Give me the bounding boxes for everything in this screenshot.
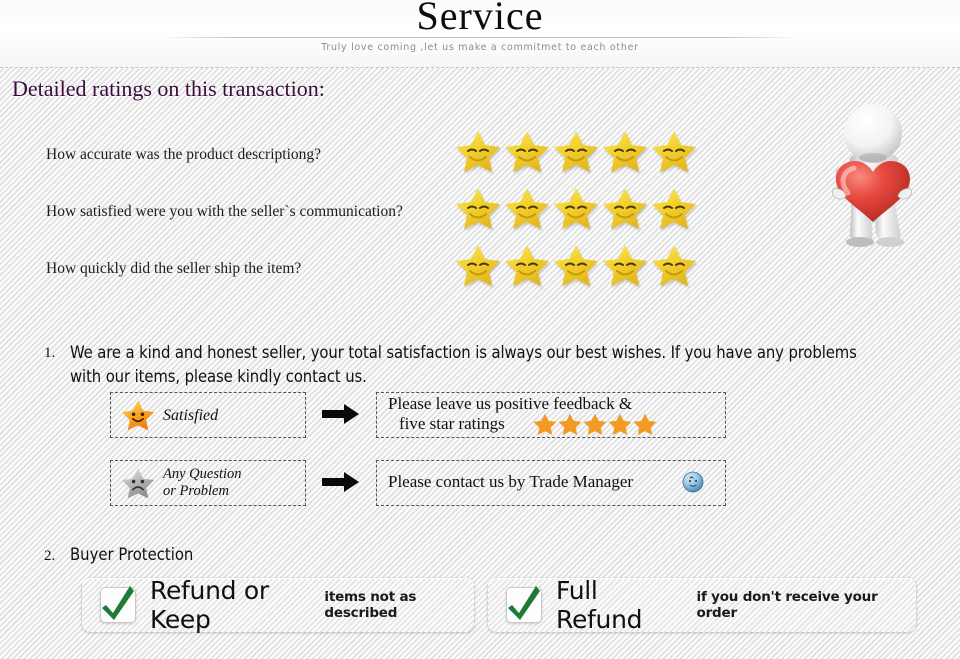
green-check-icon [506, 586, 542, 623]
happy-star-icon[interactable] [651, 242, 697, 288]
rating-stars[interactable] [455, 242, 697, 288]
happy-star-icon[interactable] [602, 128, 648, 174]
rating-row: How accurate was the product description… [0, 128, 720, 185]
any-question-label: Any Question or Problem [163, 466, 242, 500]
happy-star-icon[interactable] [651, 185, 697, 231]
right-arrow-icon [322, 402, 360, 426]
satisfied-box[interactable]: Satisfied [110, 392, 306, 438]
star-icon [558, 413, 582, 435]
happy-star-icon[interactable] [455, 128, 501, 174]
happy-star-icon[interactable] [455, 185, 501, 231]
star-icon [533, 413, 557, 435]
rating-question: How satisfied were you with the seller`s… [46, 203, 403, 220]
refund-or-keep-button[interactable]: Refund or Keep items not as described [82, 576, 474, 634]
happy-star-icon[interactable] [504, 185, 550, 231]
service-page: Service Truly love coming ,let us make a… [0, 0, 960, 659]
star-icon [583, 413, 607, 435]
full-refund-sublabel: if you don't receive your order [696, 589, 878, 621]
right-arrow-icon [322, 470, 360, 494]
happy-star-icon[interactable] [602, 242, 648, 288]
happy-star-icon[interactable] [504, 242, 550, 288]
any-question-box[interactable]: Any Question or Problem [110, 460, 306, 506]
positive-feedback-box[interactable]: Please leave us positive feedback & five… [376, 392, 726, 438]
happy-star-icon[interactable] [602, 185, 648, 231]
trade-manager-icon[interactable] [682, 471, 704, 493]
list-number-2: 2. [44, 548, 56, 564]
trade-manager-box[interactable]: Please contact us by Trade Manager [376, 460, 726, 506]
refund-or-keep-sublabel: items not as described [324, 589, 417, 621]
rating-stars[interactable] [455, 128, 697, 174]
rating-question: How quickly did the seller ship the item… [46, 260, 302, 277]
rating-question: How accurate was the product description… [46, 146, 322, 163]
satisfied-label: Satisfied [163, 406, 219, 424]
green-check-icon [100, 586, 136, 623]
section-title: Detailed ratings on this transaction: [12, 76, 325, 101]
feedback-line-2: five star ratings [399, 414, 505, 433]
happy-star-icon[interactable] [553, 242, 599, 288]
sad-star-icon [121, 466, 155, 500]
happy-star-icon[interactable] [455, 242, 501, 288]
rating-stars[interactable] [455, 185, 697, 231]
page-title: Service [416, 0, 544, 38]
full-refund-label: Full Refund [556, 576, 643, 634]
header-divider [0, 67, 960, 68]
refund-or-keep-label: Refund or Keep [150, 576, 269, 634]
feedback-line-1: Please leave us positive feedback & [388, 394, 633, 413]
list-number-1: 1. [44, 345, 56, 361]
happy-star-icon[interactable] [651, 128, 697, 174]
full-refund-button[interactable]: Full Refund if you don't receive your or… [488, 576, 916, 634]
any-question-line-2: or Problem [163, 483, 229, 499]
happy-star-icon [121, 398, 155, 432]
detailed-ratings-list: How accurate was the product description… [0, 128, 720, 299]
3d-figure-holding-heart-icon [812, 100, 932, 250]
trade-manager-text: Please contact us by Trade Manager [388, 472, 634, 491]
seller-promise-text: We are a kind and honest seller, your to… [70, 343, 857, 386]
any-question-line-1: Any Question [163, 466, 242, 482]
happy-star-icon[interactable] [553, 185, 599, 231]
rating-row: How satisfied were you with the seller`s… [0, 185, 720, 242]
page-subtitle: Truly love coming ,let us make a commitm… [321, 42, 639, 53]
star-icon [608, 413, 632, 435]
buyer-protection-heading: Buyer Protection [70, 545, 194, 564]
five-star-icons [533, 412, 657, 436]
happy-star-icon[interactable] [504, 128, 550, 174]
star-icon [633, 413, 657, 435]
happy-star-icon[interactable] [553, 128, 599, 174]
rating-row: How quickly did the seller ship the item… [0, 242, 720, 299]
page-header: Service Truly love coming ,let us make a… [0, 0, 960, 68]
